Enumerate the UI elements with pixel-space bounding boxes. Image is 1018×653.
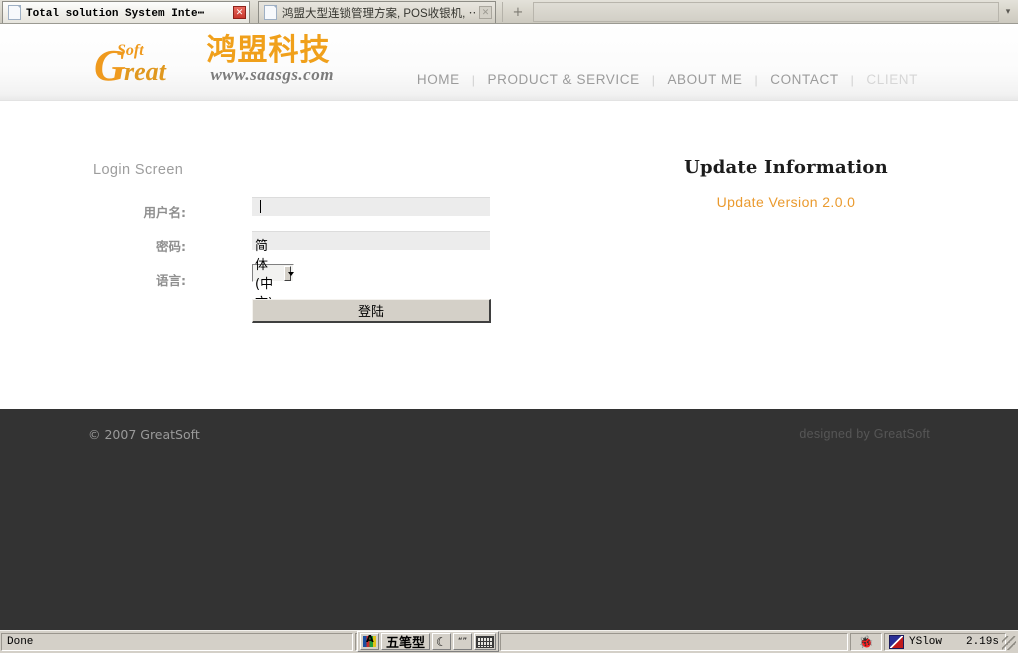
browser-tab-inactive[interactable]: 鸿盟大型连锁管理方案, POS收银机, ⋯ ✕ [258,1,496,23]
nav-item-client[interactable]: CLIENT [854,72,930,87]
logo-g-letter: G [94,41,126,90]
chevron-down-icon[interactable] [283,265,295,281]
ime-language-icon[interactable] [360,633,379,650]
logo-reat-text: reat [124,57,166,86]
update-information-title: Update Information [684,157,888,178]
site-header: Soft G reat 鸿盟科技 www.saasgs.com HOME | P… [0,25,1018,101]
nav-item-about-me[interactable]: ABOUT ME [655,72,754,87]
ime-toolbar[interactable]: 五笔型 ☾ “” [357,631,500,652]
footer-copyright: © 2007 GreatSoft [88,427,200,442]
login-screen-title: Login Screen [93,162,184,178]
nav-item-home[interactable]: HOME [405,72,472,87]
username-input[interactable] [252,197,490,216]
status-text: Done [1,633,353,651]
yslow-label: YSlow [909,636,943,648]
browser-window: Total solution System Inte⋯ ✕ 鸿盟大型连锁管理方案… [0,0,1018,653]
browser-tab-active[interactable]: Total solution System Inte⋯ ✕ [2,1,250,23]
page-favicon-icon [264,5,277,20]
page-favicon-icon [8,5,21,20]
text-caret [260,200,261,213]
soft-keyboard-icon[interactable] [474,633,497,650]
site-logo[interactable]: Soft G reat 鸿盟科技 www.saasgs.com [92,34,334,92]
main-content: Login Screen 用户名: 密码: 语言: 简体(中文) 登陆 [0,101,1018,409]
window-resize-grip[interactable] [1002,636,1016,650]
yslow-time: 2.19s [965,636,999,648]
ime-mode-icon[interactable]: ☾ [432,633,452,650]
tab-title: 鸿盟大型连锁管理方案, POS收银机, ⋯ [282,7,475,20]
tab-title: Total solution System Inte⋯ [26,7,205,20]
statusbar-progress-area [500,633,848,651]
yslow-button[interactable]: YSlow 2.19s [884,633,1006,651]
tabstrip-empty-area [533,2,999,22]
site-footer: © 2007 GreatSoft designed by GreatSoft [0,409,1018,630]
nav-item-product-service[interactable]: PRODUCT & SERVICE [475,72,651,87]
language-label: 语言: [156,273,186,288]
browser-tabstrip: Total solution System Inte⋯ ✕ 鸿盟大型连锁管理方案… [0,0,1018,24]
yslow-icon [889,635,904,649]
ime-punctuation-icon[interactable]: “” [453,633,473,650]
chevron-down-icon[interactable]: ▾ [1000,3,1016,21]
language-select[interactable]: 简体(中文) [252,239,295,311]
logo-chinese-block: 鸿盟科技 www.saasgs.com [206,34,334,85]
main-navigation: HOME | PRODUCT & SERVICE | ABOUT ME | CO… [405,72,930,87]
greatsoft-wordmark: Soft G reat [92,34,210,88]
password-label: 密码: [156,239,186,254]
footer-designed-by: designed by GreatSoft [799,427,930,441]
close-icon[interactable]: ✕ [479,6,492,19]
firebug-button[interactable]: 🐞 [850,633,882,651]
username-label: 用户名: [143,205,187,220]
close-icon[interactable]: ✕ [233,6,246,19]
login-submit-button[interactable]: 登陆 [252,299,491,323]
password-input[interactable] [252,231,490,250]
update-version-text: Update Version 2.0.0 [716,194,856,210]
browser-statusbar: Done 🐞 YSlow 2.19s [0,630,1018,653]
nav-item-contact[interactable]: CONTACT [758,72,850,87]
update-information-panel: Update Information Update Version 2.0.0 [640,157,932,210]
new-tab-button[interactable]: + [502,2,533,22]
logo-company-name-cn: 鸿盟科技 [206,33,331,68]
ime-input-method-name[interactable]: 五笔型 [381,633,431,651]
bug-icon: 🐞 [858,635,874,649]
logo-website-url: www.saasgs.com [210,65,334,84]
